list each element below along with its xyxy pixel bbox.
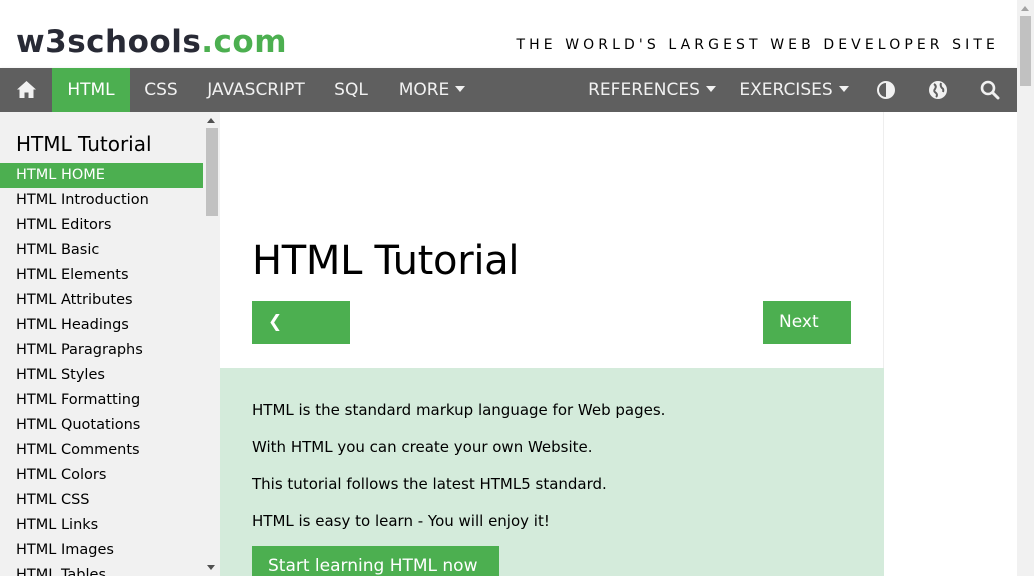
logo-tld: .com [201, 24, 288, 60]
nav-more[interactable]: MORE [384, 68, 480, 112]
nav-references[interactable]: REFERENCES [580, 68, 724, 112]
nav-exercises-label: EXERCISES [739, 80, 833, 100]
sidebar-item-html-colors[interactable]: HTML Colors [0, 463, 203, 488]
nav-more-label: MORE [398, 80, 450, 100]
contrast-icon [877, 81, 895, 99]
nav-html[interactable]: HTML [52, 68, 130, 112]
intro-line-2: With HTML you can create your own Websit… [252, 438, 593, 456]
globe-icon [929, 81, 947, 99]
right-column [884, 112, 1017, 576]
sidebar-menu: HTML HOME HTML Introduction HTML Editors… [0, 163, 203, 576]
sidebar-item-html-introduction[interactable]: HTML Introduction [0, 188, 203, 213]
sidebar-item-html-quotations[interactable]: HTML Quotations [0, 413, 203, 438]
sidebar-item-html-home[interactable]: HTML HOME [0, 163, 203, 188]
theme-toggle-button[interactable] [862, 68, 910, 112]
home-icon [17, 81, 36, 98]
sidebar-item-html-editors[interactable]: HTML Editors [0, 213, 203, 238]
sidebar-item-html-comments[interactable]: HTML Comments [0, 438, 203, 463]
sidebar-scrollbar-thumb[interactable] [206, 128, 218, 216]
scroll-down-arrow-icon[interactable] [207, 565, 215, 570]
caret-down-icon [705, 86, 716, 92]
sidebar-item-html-links[interactable]: HTML Links [0, 513, 203, 538]
next-button[interactable]: Next ❯ [763, 301, 851, 375]
previous-home-button[interactable]: ❮ Home [252, 301, 350, 375]
page-scrollbar[interactable] [1017, 0, 1034, 576]
sidebar-content: HTML Tutorial HTML HOME HTML Introductio… [0, 112, 203, 576]
top-navbar: HTML CSS JAVASCRIPT SQL MORE REFERENCES … [0, 68, 1017, 112]
sidebar-item-html-headings[interactable]: HTML Headings [0, 313, 203, 338]
sidebar-item-html-paragraphs[interactable]: HTML Paragraphs [0, 338, 203, 363]
nav-sql[interactable]: SQL [320, 68, 382, 112]
sidebar-item-html-images[interactable]: HTML Images [0, 538, 203, 563]
sidebar-item-html-formatting[interactable]: HTML Formatting [0, 388, 203, 413]
home-button[interactable] [0, 68, 52, 112]
intro-line-3: This tutorial follows the latest HTML5 s… [252, 475, 607, 493]
translate-button[interactable] [914, 68, 962, 112]
page-title: HTML Tutorial [252, 238, 520, 284]
caret-down-icon [455, 86, 466, 92]
caret-down-icon [838, 86, 849, 92]
main-content: HTML Tutorial ❮ Home Next ❯ HTML is the … [220, 112, 884, 576]
logo[interactable]: w3schools.com [16, 22, 287, 62]
sidebar: HTML Tutorial HTML HOME HTML Introductio… [0, 112, 220, 576]
nav-javascript[interactable]: JAVASCRIPT [192, 68, 320, 112]
sidebar-item-html-styles[interactable]: HTML Styles [0, 363, 203, 388]
intro-line-4: HTML is easy to learn - You will enjoy i… [252, 512, 550, 530]
start-learning-button[interactable]: Start learning HTML now » [252, 546, 499, 576]
page-scrollbar-thumb[interactable] [1020, 16, 1031, 86]
intro-line-1: HTML is the standard markup language for… [252, 401, 666, 419]
sidebar-item-html-tables[interactable]: HTML Tables [0, 563, 203, 576]
site-header: w3schools.com THE WORLD'S LARGEST WEB DE… [0, 0, 1017, 68]
sidebar-item-html-css[interactable]: HTML CSS [0, 488, 203, 513]
intro-panel: HTML is the standard markup language for… [220, 368, 884, 576]
slogan: THE WORLD'S LARGEST WEB DEVELOPER SITE [516, 37, 999, 53]
logo-text: w3schools [16, 24, 202, 60]
sidebar-item-html-attributes[interactable]: HTML Attributes [0, 288, 203, 313]
nav-css[interactable]: CSS [130, 68, 192, 112]
sidebar-item-html-basic[interactable]: HTML Basic [0, 238, 203, 263]
sidebar-title: HTML Tutorial [16, 132, 152, 156]
nav-exercises[interactable]: EXERCISES [730, 68, 858, 112]
search-icon [980, 80, 1000, 100]
sidebar-item-html-elements[interactable]: HTML Elements [0, 263, 203, 288]
search-button[interactable] [966, 68, 1014, 112]
page-scroll-up-arrow-icon[interactable] [1021, 6, 1029, 11]
scroll-up-arrow-icon[interactable] [207, 118, 215, 123]
nav-references-label: REFERENCES [588, 80, 700, 100]
